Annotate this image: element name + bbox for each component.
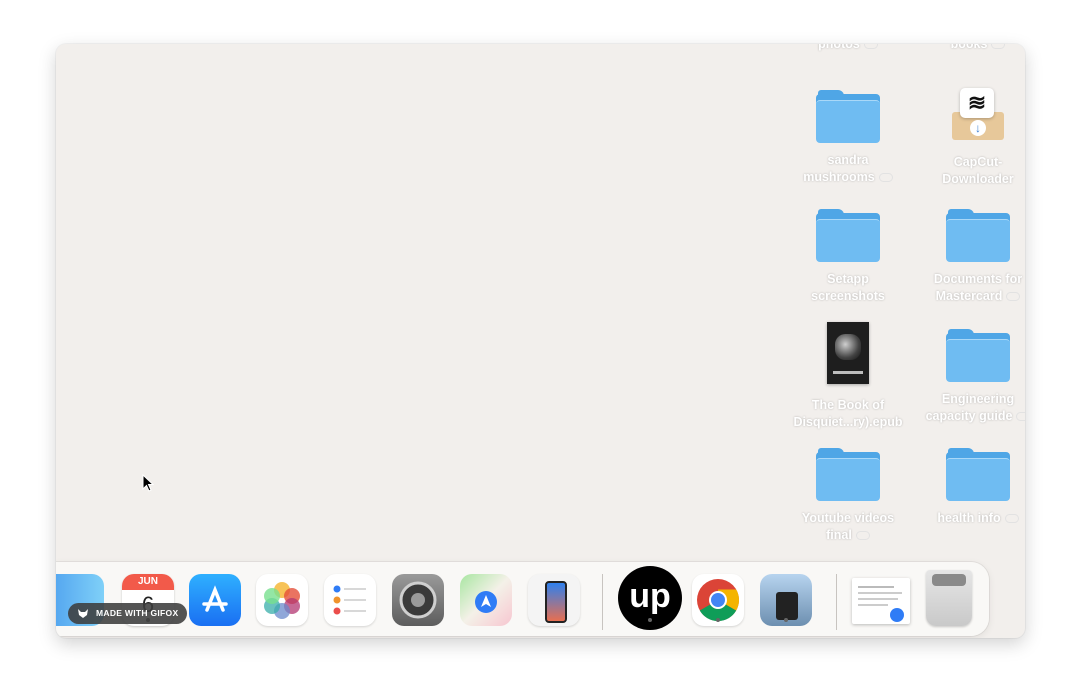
running-indicator — [648, 618, 652, 622]
icloud-icon — [1016, 412, 1025, 422]
installer-box-icon: ≋ ↓ — [948, 86, 1008, 142]
folder-label-line2: final — [826, 528, 852, 542]
folder-icon — [816, 446, 880, 501]
icloud-icon — [855, 531, 870, 541]
folder-documents-for-mastercard[interactable]: Documents for Mastercard — [918, 207, 1025, 305]
folder-label-line1: Engineering — [941, 392, 1015, 406]
folder-label-line1: Documents for — [933, 272, 1023, 286]
folder-label: books — [950, 44, 988, 51]
folder-photos[interactable]: photos — [788, 44, 908, 53]
folder-engineering-capacity-guide[interactable]: Engineering capacity guide — [918, 327, 1025, 425]
capcut-downloader[interactable]: ≋ ↓ CapCut- Downloader — [918, 86, 1025, 188]
running-indicator — [784, 618, 788, 622]
trash-icon[interactable] — [926, 570, 972, 626]
iphone-mirroring-icon[interactable] — [528, 574, 580, 626]
folder-label-line1: Youtube videos — [801, 511, 895, 525]
icloud-icon — [863, 44, 878, 50]
file-label-line1: CapCut- — [953, 155, 1003, 169]
app-store-icon[interactable] — [189, 574, 241, 626]
icloud-icon — [991, 44, 1006, 50]
calendar-month: JUN — [122, 574, 174, 590]
folder-label: health info — [937, 511, 1001, 525]
dock-separator — [836, 574, 837, 630]
folder-icon — [816, 88, 880, 143]
epub-cover-icon — [827, 322, 869, 384]
folder-icon — [946, 207, 1010, 262]
folder-icon — [816, 207, 880, 262]
icloud-icon — [878, 173, 893, 183]
file-label-line2: Disquiet...ry).epub — [793, 415, 903, 429]
file-label-line2: Downloader — [942, 172, 1014, 186]
folder-sandra-mushrooms[interactable]: sandra mushrooms — [788, 88, 908, 186]
folder-health-info[interactable]: health info — [918, 446, 1025, 527]
folder-icon — [946, 327, 1010, 382]
icloud-icon — [1004, 514, 1019, 524]
folder-icon — [946, 446, 1010, 501]
gifox-watermark: MADE WITH GIFOX — [68, 603, 187, 624]
folder-label-line1: Setapp — [827, 272, 869, 286]
maps-icon[interactable] — [460, 574, 512, 626]
dock-separator — [602, 574, 603, 630]
file-label-line1: The Book of — [811, 398, 885, 412]
document-stack-icon[interactable] — [852, 578, 910, 624]
watermark-text: MADE WITH GIFOX — [96, 608, 179, 618]
folder-label-line2: Mastercard — [935, 289, 1003, 303]
desktop-screen: photos books sandra mushrooms ≋ ↓ CapCut… — [56, 44, 1025, 638]
folder-youtube-videos-final[interactable]: Youtube videos final — [788, 446, 908, 544]
system-settings-icon[interactable] — [392, 574, 444, 626]
folder-books[interactable]: books — [918, 44, 1025, 53]
icloud-icon — [1006, 292, 1021, 302]
photos-icon[interactable] — [256, 574, 308, 626]
fox-icon — [78, 609, 88, 618]
folder-label-line2: capacity guide — [925, 409, 1013, 423]
folder-setapp-screenshots[interactable]: Setapp screenshots — [788, 207, 908, 305]
running-indicator — [716, 618, 720, 622]
mouse-cursor-icon — [142, 474, 155, 492]
file-book-of-disquiet[interactable]: The Book of Disquiet...ry).epub — [788, 322, 908, 431]
folder-label-line2: screenshots — [811, 289, 885, 303]
folder-label-line2: mushrooms — [803, 170, 875, 184]
reminders-icon[interactable] — [324, 574, 376, 626]
folder-label: photos — [818, 44, 860, 51]
folder-label-line1: sandra — [827, 153, 869, 167]
